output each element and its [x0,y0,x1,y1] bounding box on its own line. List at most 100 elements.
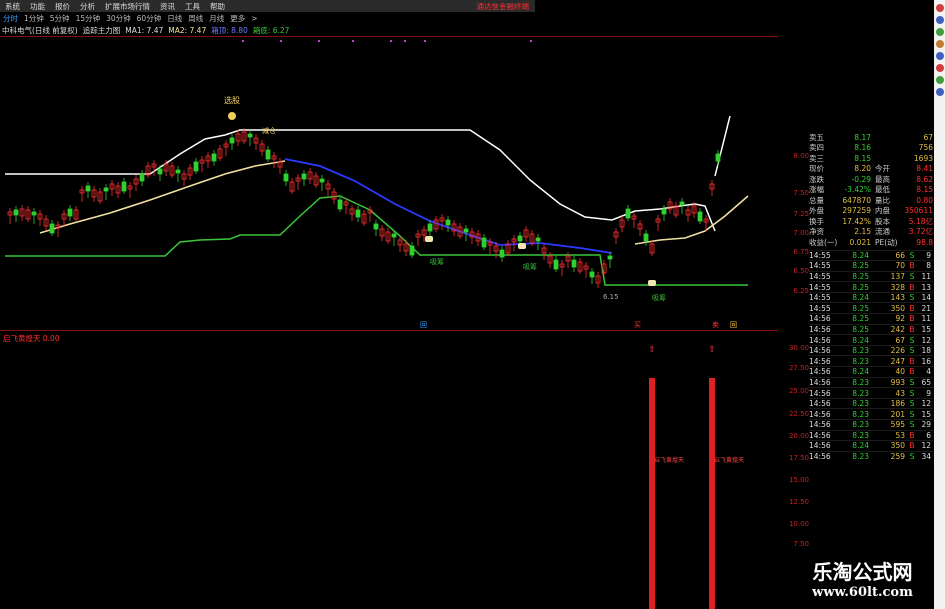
tick-price: 8.24 [852,293,869,303]
tick-price: 8.24 [852,441,869,451]
tick-volume: 67 [895,335,905,345]
candlestick-chart[interactable]: 选股 减仓 6.15 吸筹 吸筹 吸筹 回 买 卖 回 [0,36,778,330]
candle-body [85,185,91,192]
tick-time: 14:56 [809,356,831,366]
quote-value: 0.021 [849,237,871,247]
accumulate-tag: 吸筹 [652,293,666,302]
tick-volume: 43 [895,388,905,398]
quote-value: -3.42% [844,185,871,195]
tick-count: 15 [921,409,931,419]
tick-price: 8.25 [852,303,869,313]
quote-key: 内盘 [875,206,890,216]
menu-item-quote[interactable]: 报价 [50,1,75,12]
quote-key: 外盘 [809,206,824,216]
period-tab-5min[interactable]: 5分钟 [47,13,73,24]
candle-body [679,201,685,206]
candle-body [13,209,19,216]
quote-value: 98.8 [916,237,933,247]
menu-item-extended-market[interactable]: 扩展市场行情 [100,1,155,12]
period-tab-30min[interactable]: 30分钟 [103,13,134,24]
period-tab-week[interactable]: 周线 [185,13,206,24]
tick-time: 14:56 [809,367,831,377]
terminal-link[interactable]: 通达信金融终端 [477,1,536,12]
candle-body [391,233,397,238]
ma1-value: MA1: 7.47 [125,26,164,35]
tick-time: 14:56 [809,346,831,356]
candle-body [535,237,541,242]
tick-volume: 328 [890,282,905,292]
tick-time: 14:56 [809,324,831,334]
tick-side: B [909,367,915,377]
tick-volume: 259 [890,452,905,462]
tick-side: S [909,335,915,345]
candle-body [283,173,289,182]
tick-count: 15 [921,324,931,334]
period-tab-timeshare[interactable]: 分时 [0,13,21,24]
right-toolbar [934,0,945,609]
toolbar-icon[interactable] [935,40,944,48]
period-more-arrow[interactable]: > [248,14,260,23]
candle-body [715,153,721,162]
indicator-bar-label: 启飞黄煌天 [714,456,744,464]
candle-body [265,149,271,160]
support-line [5,195,748,286]
tick-price: 8.23 [852,356,869,366]
menu-item-function[interactable]: 功能 [25,1,50,12]
quote-row: 外盘 297259 内盘 350611 [809,206,933,217]
candle-body [481,237,487,248]
toolbar-icon[interactable] [935,16,944,24]
toolbar-icon[interactable] [935,64,944,72]
tick-price: 8.23 [852,399,869,409]
y-axis-label: 17.50 [788,454,809,462]
menu-item-system[interactable]: 系统 [0,1,25,12]
tick-volume: 350 [890,303,905,313]
menu-item-analysis[interactable]: 分析 [75,1,100,12]
menu-bar: 系统 功能 报价 分析 扩展市场行情 资讯 工具 帮助 通达信金融终端 [0,0,535,12]
menu-item-tools[interactable]: 工具 [180,1,205,12]
watermark-url: www.60lt.com [812,585,913,600]
candle-body [661,208,667,215]
quote-key: 总量 [809,195,824,205]
tick-side: B [909,441,915,451]
toolbar-icon[interactable] [935,76,944,84]
tick-side: S [909,346,915,356]
quote-key: 今开 [875,164,890,174]
indicator-bar [649,378,655,609]
period-tab-15min[interactable]: 15分钟 [73,13,104,24]
period-tab-60min[interactable]: 60分钟 [134,13,165,24]
tick-row: 14:55 8.24 66 S 9 [809,249,933,261]
moneybag-icon [228,112,236,120]
tick-volume: 137 [890,271,905,281]
tick-side: B [909,314,915,324]
quote-row: 换手 17.42% 股本 5.18亿 [809,216,933,227]
tick-side: B [909,261,915,271]
candle-body [247,133,253,138]
quote-key: 换手 [809,216,824,226]
y-axis-label: 12.50 [788,498,809,506]
period-tab-more[interactable]: 更多 [227,13,248,24]
tick-count: 4 [926,367,931,377]
tick-time: 14:56 [809,377,831,387]
tick-side: B [909,430,915,440]
indicator-bar-label: 启飞黄煌天 [654,456,684,464]
menu-item-help[interactable]: 帮助 [205,1,230,12]
signal-dot [530,40,532,42]
menu-item-news[interactable]: 资讯 [155,1,180,12]
candle-body [409,245,415,256]
toolbar-icon[interactable] [935,52,944,60]
period-tab-day[interactable]: 日线 [164,13,185,24]
indicator-chart[interactable]: ⇧ ⇧ 启飞黄煌天 启飞黄煌天 [0,330,778,609]
y-axis-label: 6.75 [793,248,809,256]
candle-body [445,219,451,226]
period-tab-1min[interactable]: 1分钟 [21,13,47,24]
tick-volume: 242 [890,324,905,334]
tick-price: 8.25 [852,324,869,334]
toolbar-icon[interactable] [935,4,944,12]
tick-count: 29 [921,420,931,430]
quote-value: 8.17 [854,132,871,142]
y-axis-label: 30.00 [788,344,809,352]
toolbar-icon[interactable] [935,28,944,36]
quote-value: 647870 [842,195,871,205]
toolbar-icon[interactable] [935,88,944,96]
period-tab-month[interactable]: 月线 [206,13,227,24]
